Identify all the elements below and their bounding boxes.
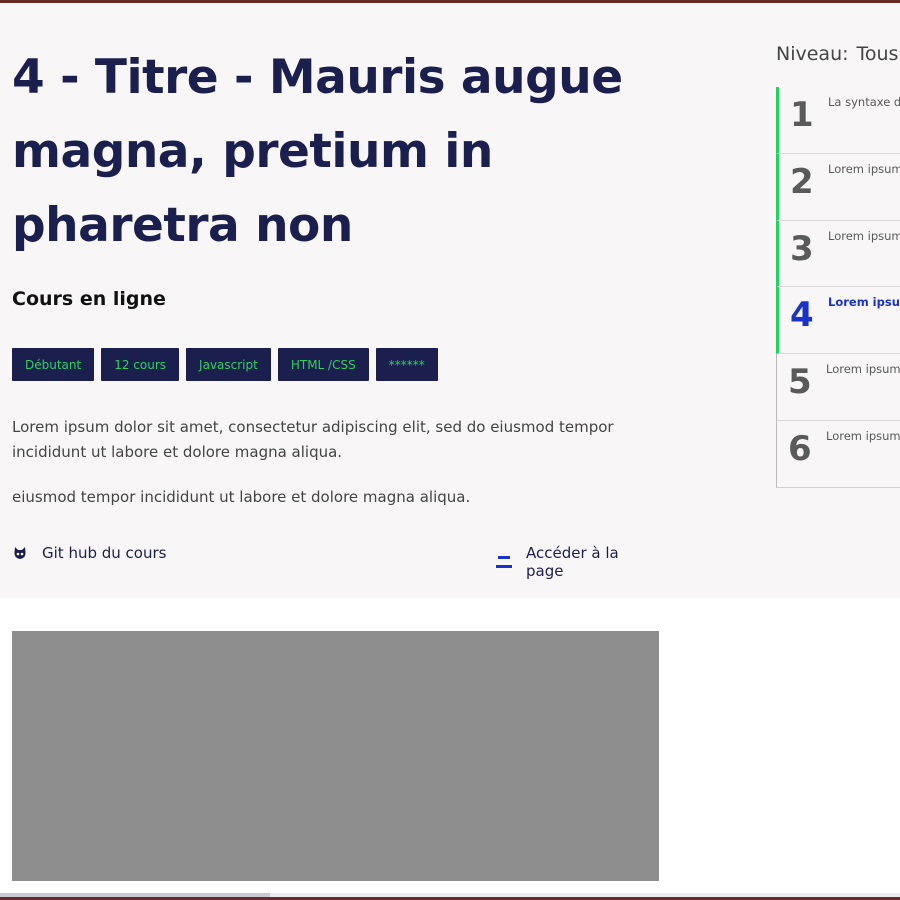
lesson-title: Lorem ipsum <box>828 295 900 310</box>
lesson-title: Lorem ipsum <box>828 161 900 176</box>
menu-bars-icon <box>496 554 512 570</box>
tag-level[interactable]: Débutant <box>12 348 95 381</box>
lesson-item[interactable]: 1 La syntaxe d <box>776 87 900 154</box>
course-description: Lorem ipsum dolor sit amet, consectetur … <box>12 415 622 530</box>
tag-list: Débutant 12 cours Javascript HTML /CSS *… <box>12 348 438 381</box>
tag-course-count[interactable]: 12 cours <box>101 348 180 381</box>
lesson-item[interactable]: 5 Lorem ipsum <box>777 354 900 421</box>
course-hero: 4 - Titre - Mauris augue magna, pretium … <box>0 3 900 598</box>
course-links: Git hub du cours Accéder à la page <box>12 544 660 580</box>
tag-javascript[interactable]: Javascript <box>186 348 271 381</box>
lesson-number: 4 <box>790 295 814 336</box>
lesson-item[interactable]: 6 Lorem ipsum <box>777 421 900 488</box>
lesson-number: 5 <box>788 362 812 403</box>
lesson-title: Lorem ipsum <box>828 228 900 243</box>
lesson-item[interactable]: 3 Lorem ipsum <box>776 220 900 288</box>
lesson-list: 1 La syntaxe d 2 Lorem ipsum 3 Lorem ips… <box>776 87 900 488</box>
lesson-item[interactable]: 2 Lorem ipsum <box>776 153 900 221</box>
lesson-title: La syntaxe d <box>828 95 900 109</box>
github-link-label: Git hub du cours <box>42 544 167 562</box>
course-title: 4 - Titre - Mauris augue magna, pretium … <box>12 50 623 253</box>
lesson-number: 2 <box>790 161 814 202</box>
lesson-number: 1 <box>790 95 814 135</box>
access-page-link[interactable]: Accéder à la page <box>496 544 660 580</box>
description-paragraph: eiusmod tempor incididunt ut labore et d… <box>12 488 471 506</box>
lesson-item-active[interactable]: 4 Lorem ipsum <box>776 287 900 355</box>
lesson-title: Lorem ipsum <box>826 428 900 443</box>
description-paragraph: Lorem ipsum dolor sit amet, consectetur … <box>12 418 614 461</box>
tag-rating[interactable]: ****** <box>375 348 438 381</box>
lesson-number: 3 <box>790 228 814 269</box>
github-icon <box>12 545 28 561</box>
level-label: Niveau: <box>776 43 849 65</box>
video-placeholder[interactable] <box>12 631 659 881</box>
tag-html-css[interactable]: HTML /CSS <box>277 348 369 381</box>
access-page-label: Accéder à la page <box>526 544 619 580</box>
level-filter[interactable]: Niveau: Tous <box>776 43 898 65</box>
lesson-title: Lorem ipsum <box>826 362 900 377</box>
lesson-number: 6 <box>788 428 812 469</box>
github-link[interactable]: Git hub du cours <box>12 544 166 562</box>
course-subtitle: Cours en ligne <box>12 288 166 310</box>
level-value[interactable]: Tous <box>857 43 899 65</box>
